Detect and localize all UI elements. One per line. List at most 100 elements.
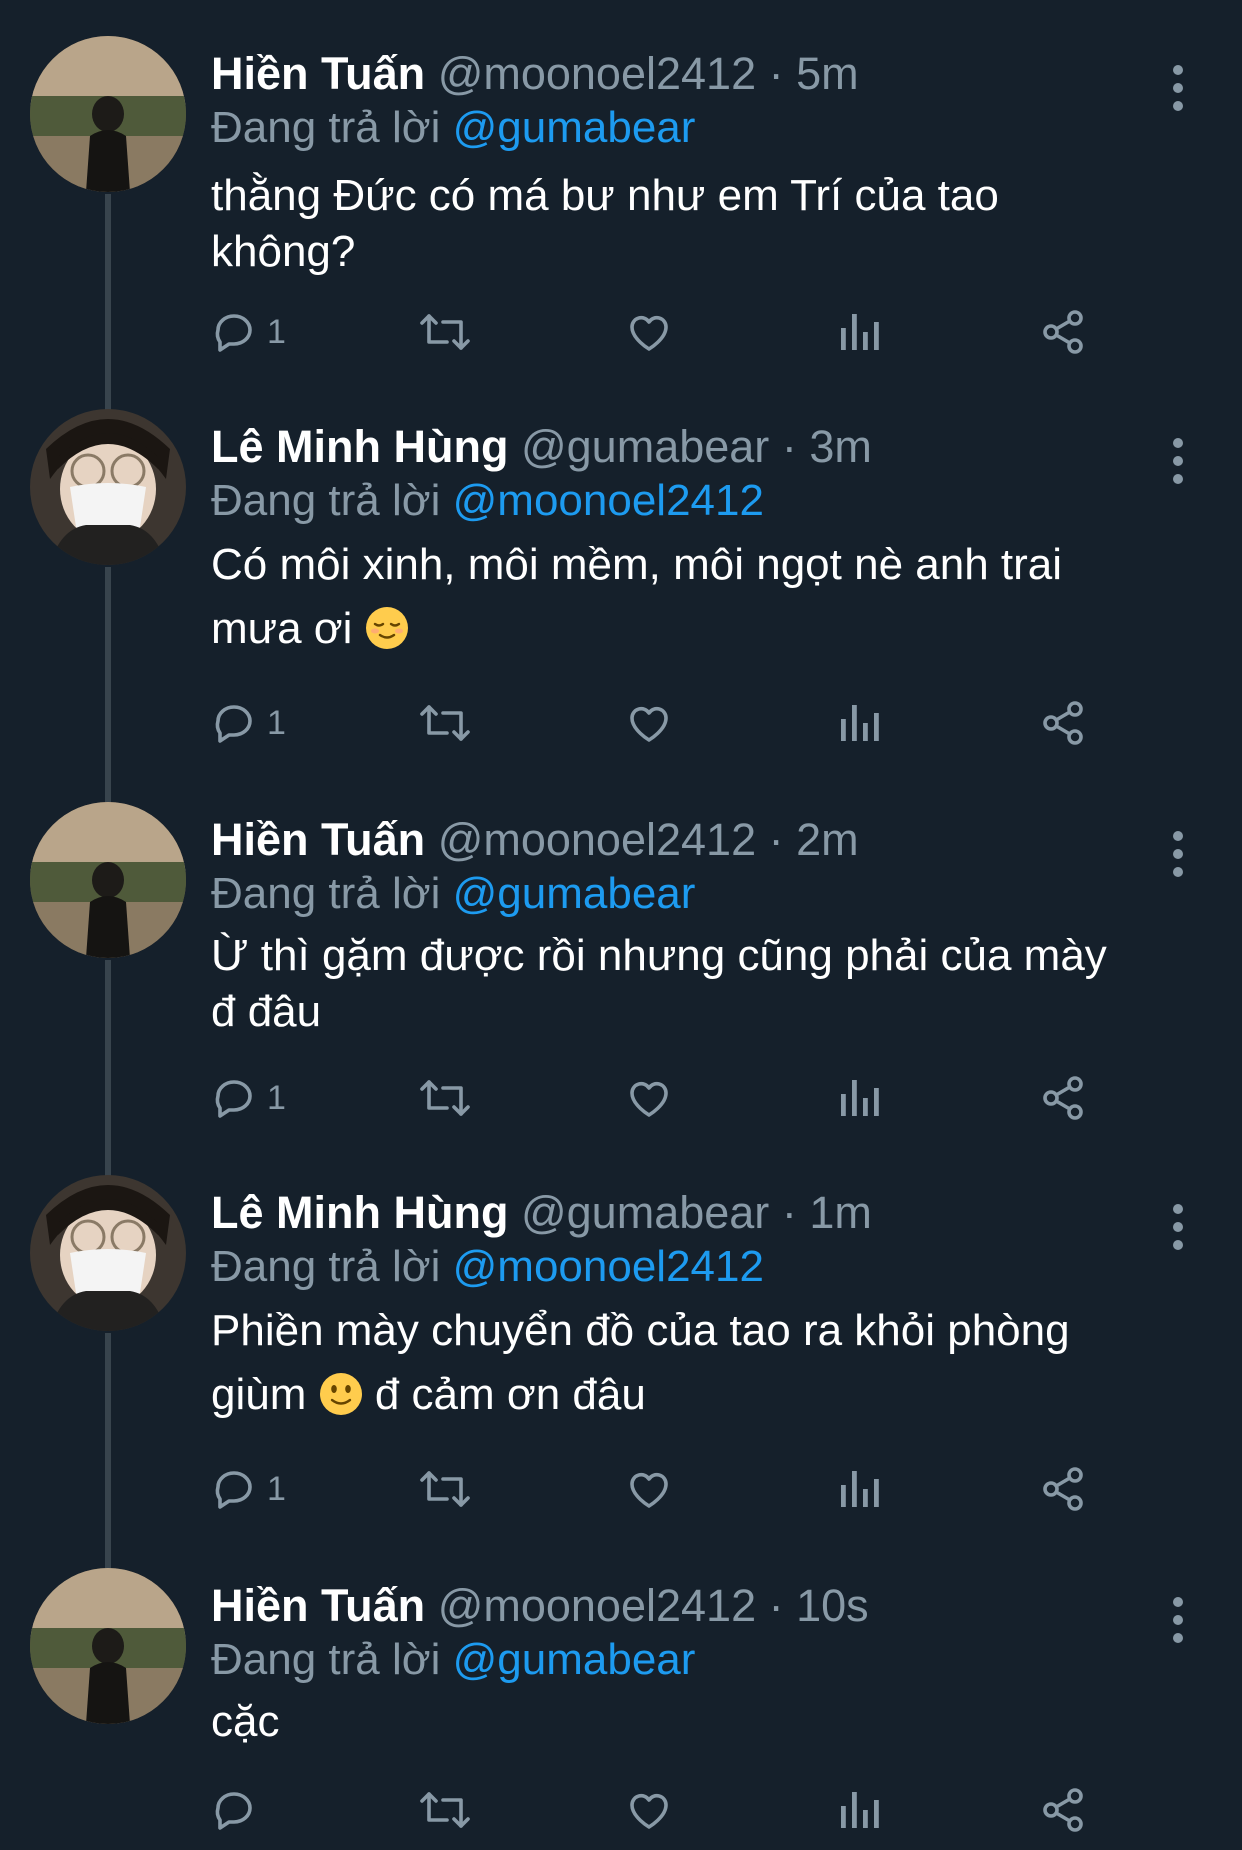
reply-icon bbox=[215, 314, 252, 352]
analytics-button[interactable] bbox=[835, 1068, 883, 1128]
user-handle[interactable]: @moonoel2412 bbox=[438, 48, 756, 99]
replying-to: Đang trả lời @gumabear bbox=[211, 100, 695, 156]
user-handle[interactable]: @gumabear bbox=[521, 421, 769, 472]
separator: · bbox=[768, 814, 784, 865]
share-button[interactable] bbox=[1039, 1780, 1087, 1840]
share-icon bbox=[1043, 701, 1083, 745]
retweet-icon bbox=[420, 705, 470, 741]
retweet-icon bbox=[420, 1080, 470, 1116]
replying-to: Đang trả lời @moonoel2412 bbox=[211, 1239, 764, 1295]
reply-icon bbox=[215, 1792, 252, 1830]
share-button[interactable] bbox=[1039, 302, 1087, 362]
tweet-text: cặc bbox=[211, 1694, 1211, 1750]
tweet-text: thằng Đức có má bư như em Trí của tao kh… bbox=[211, 168, 1211, 280]
share-button[interactable] bbox=[1039, 693, 1087, 753]
tweet-text-line: Có môi xinh, môi mềm, môi ngọt nè anh tr… bbox=[211, 540, 1063, 589]
separator: · bbox=[781, 421, 797, 472]
user-handle[interactable]: @moonoel2412 bbox=[438, 814, 756, 865]
thread-connector bbox=[105, 567, 111, 807]
like-button[interactable] bbox=[625, 693, 673, 753]
retweet-button[interactable] bbox=[419, 1780, 471, 1840]
timestamp[interactable]: 10s bbox=[796, 1580, 869, 1631]
tweet-text-line: giùm đ cảm ơn đâu bbox=[211, 1363, 1211, 1427]
tweet-actions: 1 bbox=[211, 693, 1111, 753]
display-name[interactable]: Hiền Tuấn bbox=[211, 48, 425, 99]
avatar[interactable] bbox=[30, 802, 186, 958]
tweet-actions bbox=[211, 1780, 1111, 1840]
like-button[interactable] bbox=[625, 1459, 673, 1519]
smiling-face-emoji bbox=[319, 1373, 362, 1415]
tweet-text-segment: đ cảm ơn đâu bbox=[374, 1370, 646, 1419]
replying-to-link[interactable]: @moonoel2412 bbox=[453, 1242, 764, 1291]
reply-count: 1 bbox=[267, 704, 286, 742]
tweet-text-segment: mưa ơi bbox=[211, 604, 353, 653]
retweet-button[interactable] bbox=[419, 1068, 471, 1128]
share-button[interactable] bbox=[1039, 1068, 1087, 1128]
share-button[interactable] bbox=[1039, 1459, 1087, 1519]
like-button[interactable] bbox=[625, 1068, 673, 1128]
replying-to-label: Đang trả lời bbox=[211, 103, 441, 152]
more-icon[interactable] bbox=[1160, 433, 1196, 489]
tweet-text-line: không? bbox=[211, 227, 356, 276]
timestamp[interactable]: 1m bbox=[809, 1187, 872, 1238]
tweet-text: Phiền mày chuyển đồ của tao ra khỏi phòn… bbox=[211, 1299, 1211, 1427]
analytics-button[interactable] bbox=[835, 1780, 883, 1840]
replying-to-link[interactable]: @moonoel2412 bbox=[453, 476, 764, 525]
display-name[interactable]: Lê Minh Hùng bbox=[211, 421, 508, 472]
display-name[interactable]: Lê Minh Hùng bbox=[211, 1187, 508, 1238]
user-handle[interactable]: @moonoel2412 bbox=[438, 1580, 756, 1631]
tweet-text-line: cặc bbox=[211, 1697, 280, 1746]
retweet-button[interactable] bbox=[419, 693, 471, 753]
share-icon bbox=[1043, 1076, 1083, 1120]
timestamp[interactable]: 2m bbox=[796, 814, 859, 865]
avatar[interactable] bbox=[30, 1568, 186, 1724]
separator: · bbox=[781, 1187, 797, 1238]
more-icon[interactable] bbox=[1160, 60, 1196, 116]
relieved-face-emoji bbox=[365, 607, 408, 649]
more-icon[interactable] bbox=[1160, 826, 1196, 882]
reply-button[interactable]: 1 bbox=[211, 693, 286, 753]
avatar[interactable] bbox=[30, 1175, 186, 1331]
replying-to-link[interactable]: @gumabear bbox=[453, 869, 696, 918]
avatar[interactable] bbox=[30, 36, 186, 192]
tweet-text-line: Ừ thì gặm được rồi nhưng cũng phải của m… bbox=[211, 931, 1107, 980]
more-icon[interactable] bbox=[1160, 1592, 1196, 1648]
thread-connector bbox=[105, 194, 111, 434]
tweet-header: Hiền Tuấn @moonoel2412 · 2m bbox=[211, 812, 859, 868]
replying-to-link[interactable]: @gumabear bbox=[453, 1635, 696, 1684]
reply-button[interactable]: 1 bbox=[211, 1459, 286, 1519]
like-icon bbox=[630, 315, 668, 351]
retweet-button[interactable] bbox=[419, 1459, 471, 1519]
analytics-button[interactable] bbox=[835, 1459, 883, 1519]
reply-button[interactable]: 1 bbox=[211, 302, 286, 362]
reply-count: 1 bbox=[267, 313, 286, 351]
analytics-button[interactable] bbox=[835, 302, 883, 362]
display-name[interactable]: Hiền Tuấn bbox=[211, 814, 425, 865]
reply-button[interactable]: 1 bbox=[211, 1068, 286, 1128]
tweet-header: Hiền Tuấn @moonoel2412 · 5m bbox=[211, 46, 859, 102]
like-icon bbox=[630, 1081, 668, 1117]
retweet-button[interactable] bbox=[419, 302, 471, 362]
avatar[interactable] bbox=[30, 409, 186, 565]
reply-count: 1 bbox=[267, 1470, 286, 1508]
like-button[interactable] bbox=[625, 1780, 673, 1840]
tweet-header: Lê Minh Hùng @gumabear · 3m bbox=[211, 419, 872, 475]
share-icon bbox=[1043, 310, 1083, 354]
display-name[interactable]: Hiền Tuấn bbox=[211, 1580, 425, 1631]
replying-to-link[interactable]: @gumabear bbox=[453, 103, 696, 152]
tweet-text-line: thằng Đức có má bư như em Trí của tao bbox=[211, 171, 999, 220]
analytics-button[interactable] bbox=[835, 693, 883, 753]
replying-to: Đang trả lời @moonoel2412 bbox=[211, 473, 764, 529]
timestamp[interactable]: 5m bbox=[796, 48, 859, 99]
user-handle[interactable]: @gumabear bbox=[521, 1187, 769, 1238]
retweet-icon bbox=[420, 1471, 470, 1507]
like-button[interactable] bbox=[625, 302, 673, 362]
more-icon[interactable] bbox=[1160, 1199, 1196, 1255]
analytics-icon bbox=[841, 1080, 879, 1116]
reply-button[interactable] bbox=[211, 1780, 267, 1840]
analytics-icon bbox=[841, 1471, 879, 1507]
retweet-icon bbox=[420, 1792, 470, 1828]
tweet-text-segment: giùm bbox=[211, 1370, 307, 1419]
tweet-text-line: đ đâu bbox=[211, 987, 322, 1036]
timestamp[interactable]: 3m bbox=[809, 421, 872, 472]
